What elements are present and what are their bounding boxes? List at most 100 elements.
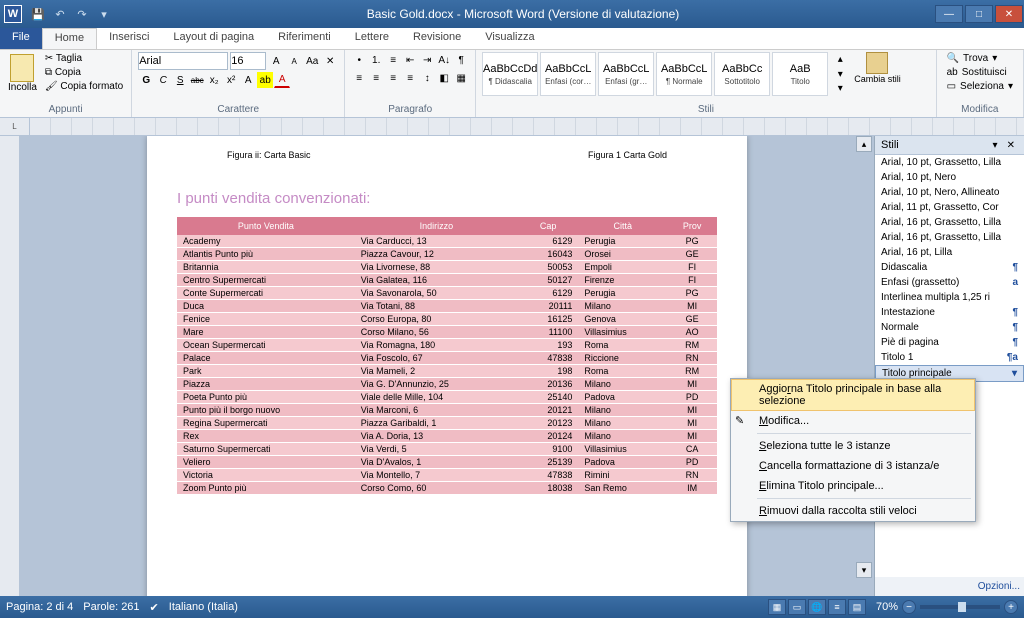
document-heading[interactable]: I punti vendita convenzionati: [177, 190, 717, 207]
qat-undo-icon[interactable]: ↶ [52, 6, 68, 22]
document-viewport[interactable]: Figura ii: Carta Basic Figura 1 Carta Go… [20, 136, 874, 596]
view-web-button[interactable]: 🌐 [808, 599, 826, 615]
status-page[interactable]: Pagina: 2 di 4 [6, 601, 73, 613]
style-list-item[interactable]: Normale¶ [875, 320, 1024, 335]
zoom-in-button[interactable]: + [1004, 600, 1018, 614]
gallery-up-icon[interactable]: ▴ [832, 52, 848, 67]
align-center-button[interactable]: ≡ [368, 70, 384, 86]
styles-pane-close-icon[interactable]: ✕ [1004, 140, 1018, 151]
vertical-ruler[interactable] [0, 136, 20, 596]
table-row[interactable]: ParkVia Mameli, 2198RomaRM [177, 365, 717, 378]
style-gallery-item[interactable]: AaBbCcSottotitolo [714, 52, 770, 96]
find-button[interactable]: 🔍 Trova ▾ [943, 52, 1017, 65]
change-case-button[interactable]: Aa [304, 53, 320, 69]
table-row[interactable]: Poeta Punto piùViale delle Mille, 104251… [177, 391, 717, 404]
zoom-slider[interactable] [920, 605, 1000, 609]
style-list-item[interactable]: Arial, 10 pt, Nero [875, 170, 1024, 185]
style-list-item[interactable]: Didascalia¶ [875, 260, 1024, 275]
table-row[interactable]: Punto più il borgo nuovoVia Marconi, 620… [177, 404, 717, 417]
table-row[interactable]: AcademyVia Carducci, 136129PerugiaPG [177, 235, 717, 248]
highlight-button[interactable]: ab [257, 72, 273, 88]
table-row[interactable]: Ocean SupermercatiVia Romagna, 180193Rom… [177, 339, 717, 352]
style-list-item[interactable]: Intestazione¶ [875, 305, 1024, 320]
decrease-indent-button[interactable]: ⇤ [402, 52, 418, 68]
copy-button[interactable]: ⧉ Copia [43, 66, 125, 79]
font-color-button[interactable]: A [274, 72, 290, 88]
style-list-item[interactable]: Arial, 16 pt, Lilla [875, 245, 1024, 260]
table-row[interactable]: VelieroVia D'Avalos, 125139PadovaPD [177, 456, 717, 469]
change-styles-button[interactable]: Cambia stili [854, 52, 901, 84]
view-fullscreen-button[interactable]: ▭ [788, 599, 806, 615]
clear-format-button[interactable]: ✕ [322, 53, 338, 69]
format-painter-button[interactable]: 🖌 Copia formato [43, 80, 125, 93]
table-row[interactable]: Regina SupermercatiPiazza Garibaldi, 120… [177, 417, 717, 430]
style-list-item[interactable]: Enfasi (grassetto)a [875, 275, 1024, 290]
horizontal-ruler[interactable]: L [0, 118, 1024, 136]
zoom-slider-thumb[interactable] [958, 602, 966, 612]
tab-mailings[interactable]: Lettere [343, 28, 401, 49]
table-row[interactable]: PiazzaVia G. D'Annunzio, 2520136MilanoMI [177, 378, 717, 391]
style-list-item[interactable]: Piè di pagina¶ [875, 335, 1024, 350]
view-print-layout-button[interactable]: ▦ [768, 599, 786, 615]
qat-save-icon[interactable]: 💾 [30, 6, 46, 22]
gallery-more-icon[interactable]: ▾ [832, 81, 848, 96]
qat-redo-icon[interactable]: ↷ [74, 6, 90, 22]
tab-review[interactable]: Revisione [401, 28, 473, 49]
doc-scroll-down-button[interactable]: ▾ [856, 562, 872, 578]
paste-button[interactable]: Incolla [6, 52, 39, 95]
zoom-out-button[interactable]: − [902, 600, 916, 614]
style-gallery-item[interactable]: AaBbCcDd¶ Didascalia [482, 52, 538, 96]
menu-select-all-instances[interactable]: Seleziona tutte le 3 istanze [731, 436, 975, 456]
sales-table[interactable]: Punto VenditaIndirizzoCapCittàProv Acade… [177, 217, 717, 495]
table-row[interactable]: Zoom Punto piùCorso Como, 6018038San Rem… [177, 482, 717, 495]
style-list-item[interactable]: Arial, 16 pt, Grassetto, Lilla [875, 230, 1024, 245]
style-list-item[interactable]: Interlinea multipla 1,25 ri [875, 290, 1024, 305]
show-marks-button[interactable]: ¶ [453, 52, 469, 68]
cut-button[interactable]: ✂ Taglia [43, 52, 125, 65]
status-proofing-icon[interactable]: ✔ [150, 601, 159, 614]
menu-update-style[interactable]: Aggiorna Titolo principale in base alla … [731, 379, 975, 411]
style-list-item[interactable]: Titolo 1¶a [875, 350, 1024, 365]
qat-customize-icon[interactable]: ▾ [96, 6, 112, 22]
styles-pane-dropdown-icon[interactable]: ▾ [990, 140, 1001, 151]
replace-button[interactable]: ab Sostituisci [943, 66, 1017, 79]
menu-modify-style[interactable]: ✎Modifica... [731, 411, 975, 431]
style-list-item[interactable]: Arial, 11 pt, Grassetto, Cor [875, 200, 1024, 215]
underline-button[interactable]: S [172, 72, 188, 88]
tab-home[interactable]: Home [42, 28, 97, 49]
text-effects-button[interactable]: A [240, 72, 256, 88]
table-row[interactable]: BritanniaVia Livornese, 8850053EmpoliFI [177, 261, 717, 274]
sort-button[interactable]: A↓ [436, 52, 452, 68]
gallery-down-icon[interactable]: ▾ [832, 67, 848, 82]
table-row[interactable]: FeniceCorso Europa, 8016125GenovaGE [177, 313, 717, 326]
table-row[interactable]: MareCorso Milano, 5611100VillasimiusAO [177, 326, 717, 339]
tab-view[interactable]: Visualizza [473, 28, 546, 49]
table-row[interactable]: RexVia A. Doria, 1320124MilanoMI [177, 430, 717, 443]
table-row[interactable]: Atlantis Punto piùPiazza Cavour, 1216043… [177, 248, 717, 261]
grow-font-button[interactable]: A [268, 53, 284, 69]
align-left-button[interactable]: ≡ [351, 70, 367, 86]
tab-insert[interactable]: Inserisci [97, 28, 161, 49]
close-button[interactable]: ✕ [995, 5, 1023, 23]
shading-button[interactable]: ◧ [436, 70, 452, 86]
shrink-font-button[interactable]: A [286, 53, 302, 69]
table-row[interactable]: Conte SupermercatiVia Savonarola, 506129… [177, 287, 717, 300]
style-gallery-item[interactable]: AaBTitolo [772, 52, 828, 96]
table-row[interactable]: Centro SupermercatiVia Galatea, 11650127… [177, 274, 717, 287]
tab-file[interactable]: File [0, 28, 42, 49]
style-gallery-item[interactable]: AaBbCcLEnfasi (cor… [540, 52, 596, 96]
style-list-item[interactable]: Arial, 10 pt, Grassetto, Lilla [875, 155, 1024, 170]
table-row[interactable]: DucaVia Totani, 8820111MilanoMI [177, 300, 717, 313]
subscript-button[interactable]: x₂ [206, 72, 222, 88]
table-row[interactable]: VictoriaVia Montello, 747838RiminiRN [177, 469, 717, 482]
align-justify-button[interactable]: ≡ [402, 70, 418, 86]
select-button[interactable]: ▭ Seleziona ▾ [943, 80, 1017, 93]
line-spacing-button[interactable]: ↕ [419, 70, 435, 86]
tab-layout[interactable]: Layout di pagina [161, 28, 266, 49]
multilevel-button[interactable]: ≡ [385, 52, 401, 68]
doc-scroll-up-button[interactable]: ▴ [856, 136, 872, 152]
font-name-input[interactable] [138, 52, 228, 70]
numbering-button[interactable]: 1. [368, 52, 384, 68]
status-language[interactable]: Italiano (Italia) [169, 601, 238, 613]
zoom-percent[interactable]: 70% [876, 601, 898, 613]
